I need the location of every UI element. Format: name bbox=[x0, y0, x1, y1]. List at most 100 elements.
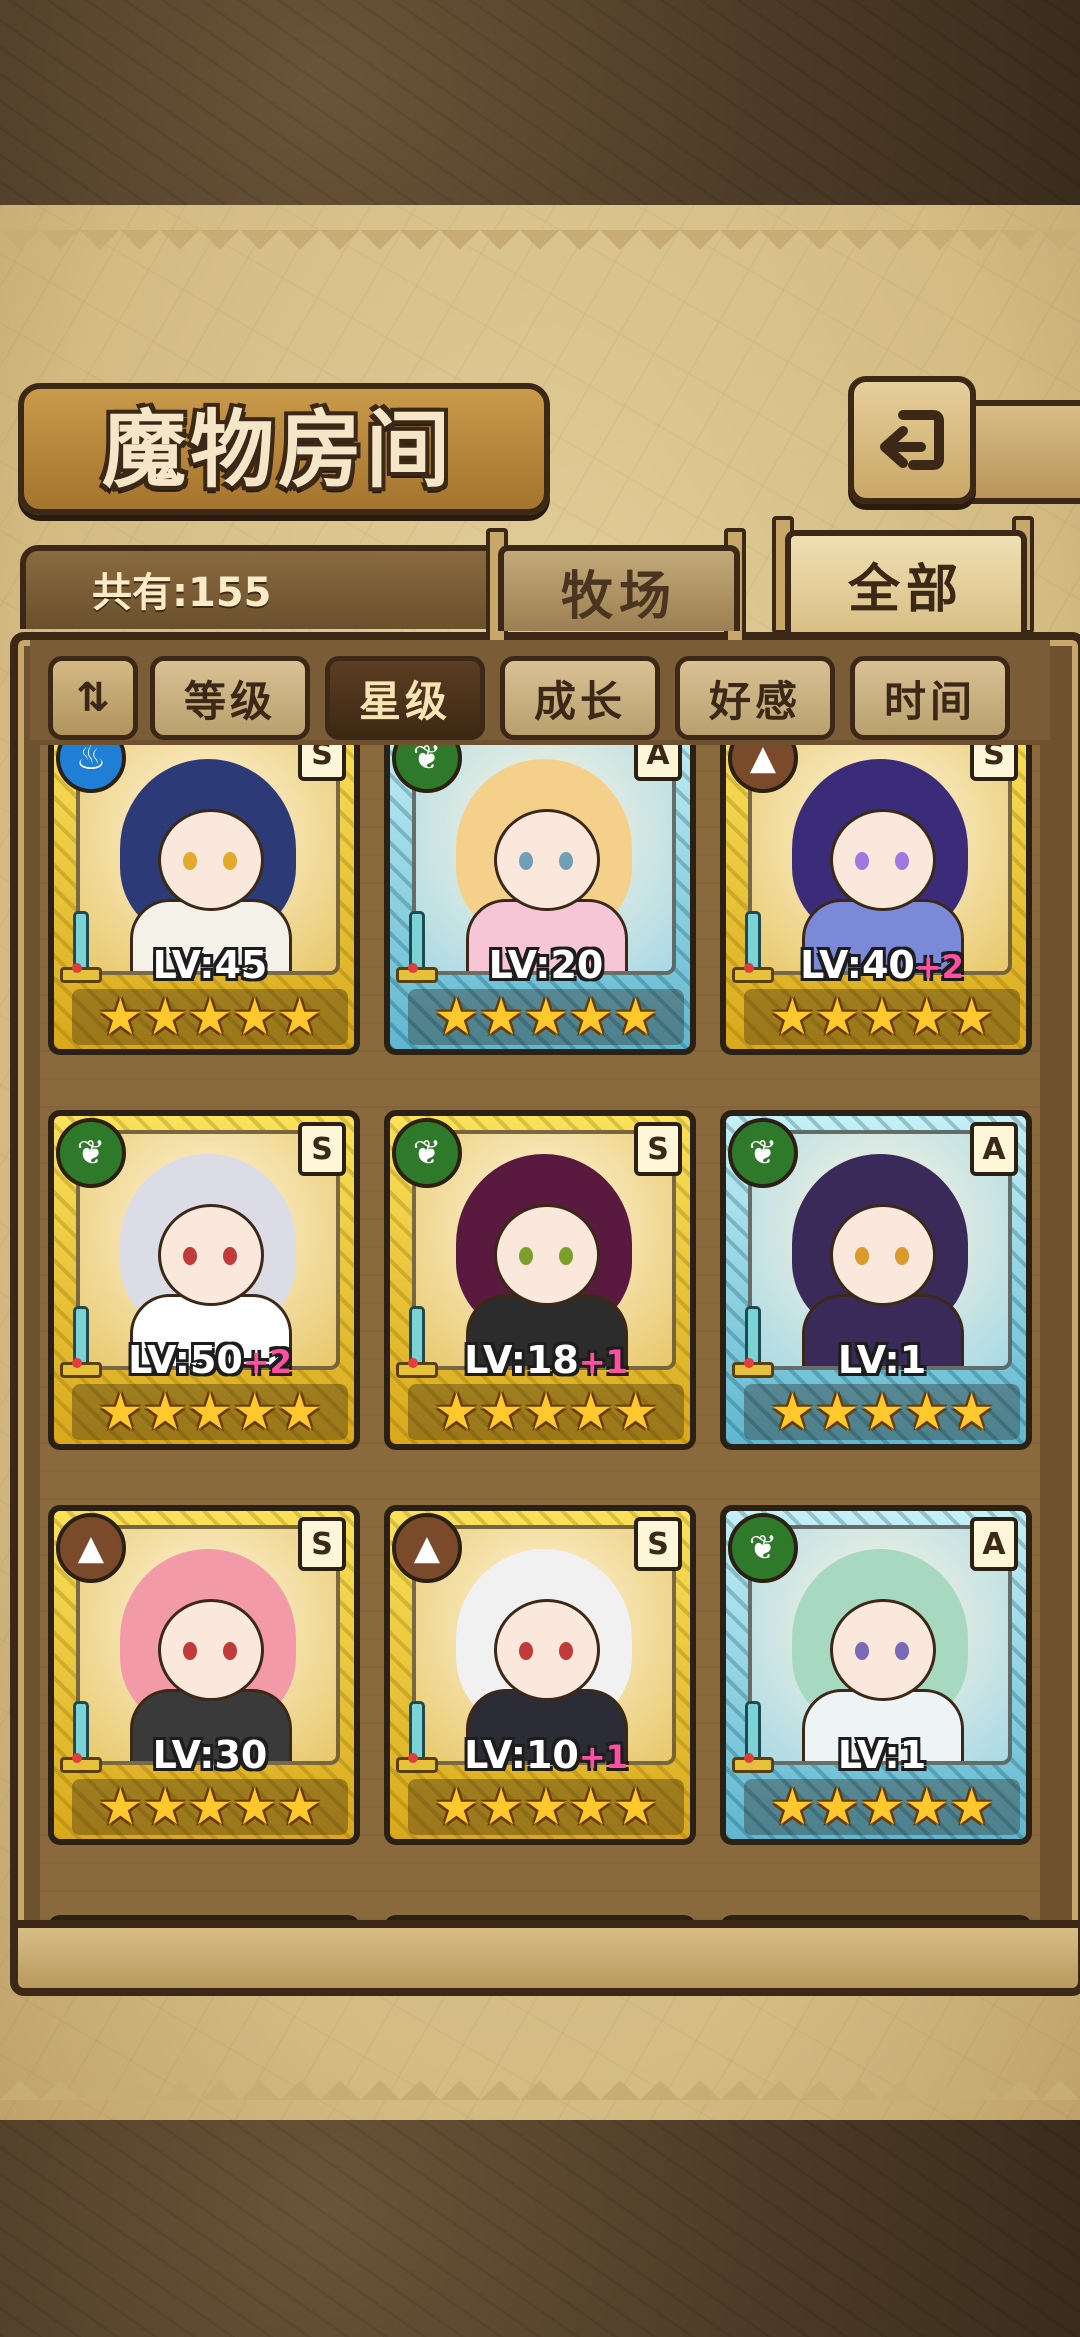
star-rating: ★★★★★ bbox=[72, 1779, 348, 1835]
monster-card[interactable]: ▲ S LV:40+2 ★★★★★ bbox=[720, 745, 1032, 1055]
monster-card[interactable]: ❦ S LV:50+2 ★★★★★ bbox=[48, 1110, 360, 1450]
panel-bottom-rail bbox=[10, 1920, 1080, 1996]
rank-badge: A bbox=[634, 745, 682, 781]
portrait-eye bbox=[895, 852, 909, 870]
star-rating: ★★★★★ bbox=[408, 989, 684, 1045]
monster-level: LV:45 bbox=[54, 943, 354, 987]
portrait-eye bbox=[519, 1642, 533, 1660]
level-text: LV:50 bbox=[128, 1338, 243, 1382]
monster-level: LV:10+1 bbox=[390, 1733, 690, 1777]
portrait-eye bbox=[183, 1642, 197, 1660]
return-arrow-icon bbox=[880, 410, 944, 470]
monster-level: LV:18+1 bbox=[390, 1338, 690, 1382]
rank-badge: S bbox=[298, 745, 346, 781]
portrait-eye bbox=[895, 1642, 909, 1660]
level-text: LV:40 bbox=[800, 943, 915, 987]
portrait-eye bbox=[223, 852, 237, 870]
rank-letter: S bbox=[311, 1131, 333, 1167]
star-rating: ★★★★★ bbox=[72, 989, 348, 1045]
monster-card[interactable]: ❦ A LV:20 ★★★★★ bbox=[384, 745, 696, 1055]
rank-letter: S bbox=[647, 1131, 669, 1167]
tab-all[interactable]: 全部 bbox=[785, 530, 1027, 632]
monster-grid: ♨ S LV:45 ★★★★★ ❦ A LV:20 ★★★★★ ▲ S LV:4… bbox=[40, 745, 1040, 1920]
earth-element-icon: ▲ bbox=[392, 1513, 462, 1583]
sort-button-growth[interactable]: 成长 bbox=[500, 656, 660, 740]
star-rating: ★★★★★ bbox=[744, 989, 1020, 1045]
monster-card[interactable]: ❦ A LV:1 ★★★★★ bbox=[720, 1110, 1032, 1450]
sort-button-time[interactable]: 时间 bbox=[850, 656, 1010, 740]
rank-badge: A bbox=[970, 1517, 1018, 1571]
portrait-face bbox=[158, 1204, 264, 1306]
rank-badge: S bbox=[634, 1122, 682, 1176]
sort-button-star[interactable]: 星级 bbox=[325, 656, 485, 740]
portrait-face bbox=[494, 1204, 600, 1306]
monster-card[interactable]: ♨ S LV:45 ★★★★★ bbox=[48, 745, 360, 1055]
level-text: LV:1 bbox=[837, 1338, 927, 1382]
level-text: LV:20 bbox=[488, 943, 604, 987]
portrait-eye bbox=[183, 1247, 197, 1265]
portrait-face bbox=[830, 809, 936, 911]
portrait-eye bbox=[855, 852, 869, 870]
page-title: 魔物房间 bbox=[101, 399, 454, 499]
rank-letter: A bbox=[982, 1526, 1006, 1562]
earth-element-icon: ▲ bbox=[56, 1513, 126, 1583]
sort-order-toggle[interactable]: ⇅ bbox=[48, 656, 138, 740]
rank-badge: S bbox=[634, 1517, 682, 1571]
monster-level: LV:1 bbox=[726, 1733, 1026, 1777]
sort-button-level[interactable]: 等级 bbox=[150, 656, 310, 740]
bottom-map-band bbox=[0, 2120, 1080, 2337]
grass-element-icon: ❦ bbox=[728, 1513, 798, 1583]
level-bonus: +1 bbox=[578, 1343, 628, 1381]
portrait-eye bbox=[519, 1247, 533, 1265]
star-rating: ★★★★★ bbox=[408, 1779, 684, 1835]
sort-button-affection[interactable]: 好感 bbox=[675, 656, 835, 740]
level-bonus: +2 bbox=[242, 1343, 292, 1381]
portrait-face bbox=[158, 1599, 264, 1701]
rank-letter: S bbox=[647, 1526, 669, 1562]
portrait-eye bbox=[183, 852, 197, 870]
portrait-face bbox=[494, 1599, 600, 1701]
monster-card[interactable]: ▲ S LV:30 ★★★★★ bbox=[48, 1505, 360, 1845]
level-text: LV:18 bbox=[464, 1338, 579, 1382]
rank-badge: S bbox=[298, 1517, 346, 1571]
level-text: LV:10 bbox=[464, 1733, 579, 1777]
level-text: LV:30 bbox=[152, 1733, 268, 1777]
portrait-face bbox=[158, 809, 264, 911]
portrait-face bbox=[830, 1599, 936, 1701]
sort-order-icon: ⇅ bbox=[76, 675, 110, 721]
monster-card[interactable]: ❦ S LV:18+1 ★★★★★ bbox=[384, 1110, 696, 1450]
zigzag-border-top bbox=[0, 230, 1080, 270]
grass-element-icon: ❦ bbox=[56, 1118, 126, 1188]
portrait-eye bbox=[895, 1247, 909, 1265]
monster-level: LV:1 bbox=[726, 1338, 1026, 1382]
zigzag-border-bottom bbox=[0, 2060, 1080, 2100]
star-rating: ★★★★★ bbox=[72, 1384, 348, 1440]
rank-letter: S bbox=[311, 1526, 333, 1562]
monster-count: 共有:155 bbox=[92, 570, 272, 616]
rank-badge: A bbox=[970, 1122, 1018, 1176]
monster-level: LV:50+2 bbox=[54, 1338, 354, 1382]
rank-letter: A bbox=[646, 745, 670, 772]
level-text: LV:1 bbox=[837, 1733, 927, 1777]
rank-letter: S bbox=[311, 745, 333, 772]
grass-element-icon: ❦ bbox=[728, 1118, 798, 1188]
star-rating: ★★★★★ bbox=[744, 1384, 1020, 1440]
monster-card[interactable]: ▲ S LV:10+1 ★★★★★ bbox=[384, 1505, 696, 1845]
tab-ranch[interactable]: 牧场 bbox=[498, 545, 740, 631]
rank-badge: S bbox=[970, 745, 1018, 781]
portrait-face bbox=[494, 809, 600, 911]
rank-letter: A bbox=[982, 1131, 1006, 1167]
portrait-eye bbox=[559, 852, 573, 870]
rank-badge: S bbox=[298, 1122, 346, 1176]
back-rail bbox=[964, 400, 1080, 504]
portrait-eye bbox=[223, 1642, 237, 1660]
portrait-eye bbox=[855, 1642, 869, 1660]
top-map-band bbox=[0, 0, 1080, 210]
portrait-eye bbox=[223, 1247, 237, 1265]
portrait-eye bbox=[559, 1642, 573, 1660]
back-button[interactable] bbox=[848, 376, 976, 504]
monster-level: LV:30 bbox=[54, 1733, 354, 1777]
monster-card[interactable]: ❦ A LV:1 ★★★★★ bbox=[720, 1505, 1032, 1845]
grass-element-icon: ❦ bbox=[392, 1118, 462, 1188]
monster-level: LV:40+2 bbox=[726, 943, 1026, 987]
